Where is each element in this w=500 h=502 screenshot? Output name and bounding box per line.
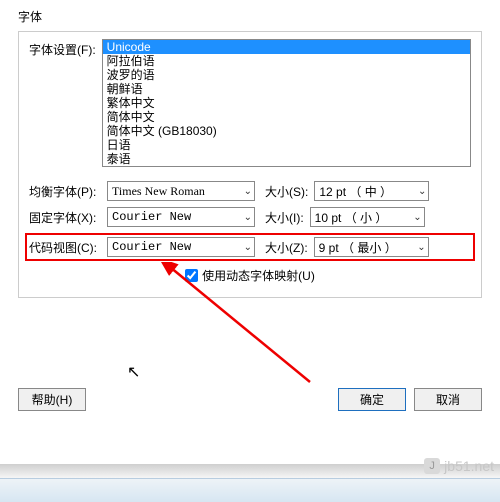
taskbar: [0, 478, 500, 502]
chevron-down-icon: ⌄: [417, 242, 425, 253]
code-size-label: 大小(Z):: [265, 239, 308, 256]
proportional-label: 均衡字体(P):: [29, 183, 101, 200]
list-item[interactable]: 土耳其语: [103, 166, 470, 167]
chevron-down-icon: ⌄: [244, 212, 252, 223]
dynamic-mapping-label: 使用动态字体映射(U): [202, 267, 315, 284]
list-item[interactable]: 简体中文: [103, 110, 470, 124]
list-item[interactable]: 繁体中文: [103, 96, 470, 110]
font-settings-listbox[interactable]: Unicode阿拉伯语波罗的语朝鲜语繁体中文简体中文简体中文 (GB18030)…: [102, 39, 471, 167]
list-item[interactable]: 朝鲜语: [103, 82, 470, 96]
proportional-size-value: 12 pt （ 中 ）: [319, 183, 392, 200]
settings-group: 字体设置(F): Unicode阿拉伯语波罗的语朝鲜语繁体中文简体中文简体中文 …: [18, 31, 482, 298]
code-size-combo[interactable]: 9 pt （ 最小 ） ⌄: [314, 237, 429, 257]
code-font-combo[interactable]: Courier New ⌄: [107, 237, 255, 257]
dynamic-mapping-input[interactable]: [185, 269, 198, 282]
code-font-value: Courier New: [112, 240, 191, 254]
fixed-font-row: 固定字体(X): Courier New ⌄ 大小(I): 10 pt （ 小 …: [29, 207, 471, 227]
list-item[interactable]: 波罗的语: [103, 68, 470, 82]
code-size-value: 9 pt （ 最小 ）: [319, 239, 397, 256]
proportional-font-value: Times New Roman: [112, 184, 205, 199]
fixed-size-value: 10 pt （ 小 ）: [315, 209, 388, 226]
font-dialog: 字体 字体设置(F): Unicode阿拉伯语波罗的语朝鲜语繁体中文简体中文简体…: [0, 0, 500, 427]
help-button[interactable]: 帮助(H): [18, 388, 86, 411]
code-label: 代码视图(C):: [29, 239, 101, 256]
proportional-font-combo[interactable]: Times New Roman ⌄: [107, 181, 255, 201]
dialog-title: 字体: [18, 8, 482, 25]
button-bar: 帮助(H) 确定 取消: [18, 388, 482, 419]
chevron-down-icon: ⌄: [418, 186, 426, 197]
proportional-size-label: 大小(S):: [265, 183, 308, 200]
ok-button[interactable]: 确定: [338, 388, 406, 411]
fixed-font-value: Courier New: [112, 210, 191, 224]
watermark: J jb51.net: [424, 458, 494, 474]
fixed-font-combo[interactable]: Courier New ⌄: [107, 207, 255, 227]
watermark-text: jb51.net: [444, 458, 494, 474]
list-item[interactable]: Unicode: [103, 40, 470, 54]
code-font-row: 代码视图(C): Courier New ⌄ 大小(Z): 9 pt （ 最小 …: [29, 237, 471, 257]
cancel-button[interactable]: 取消: [414, 388, 482, 411]
list-item[interactable]: 阿拉伯语: [103, 54, 470, 68]
proportional-size-combo[interactable]: 12 pt （ 中 ） ⌄: [314, 181, 429, 201]
chevron-down-icon: ⌄: [413, 212, 421, 223]
proportional-font-row: 均衡字体(P): Times New Roman ⌄ 大小(S): 12 pt …: [29, 181, 471, 201]
fixed-size-combo[interactable]: 10 pt （ 小 ） ⌄: [310, 207, 425, 227]
highlight-box: 代码视图(C): Courier New ⌄ 大小(Z): 9 pt （ 最小 …: [25, 233, 475, 261]
chevron-down-icon: ⌄: [244, 186, 252, 197]
fixed-label: 固定字体(X):: [29, 209, 101, 226]
chevron-down-icon: ⌄: [244, 242, 252, 253]
watermark-icon: J: [424, 458, 440, 474]
list-item[interactable]: 泰语: [103, 152, 470, 166]
list-item[interactable]: 简体中文 (GB18030): [103, 124, 470, 138]
dynamic-mapping-checkbox[interactable]: 使用动态字体映射(U): [185, 267, 315, 284]
font-settings-label: 字体设置(F):: [29, 39, 96, 58]
fixed-size-label: 大小(I):: [265, 209, 304, 226]
list-item[interactable]: 日语: [103, 138, 470, 152]
